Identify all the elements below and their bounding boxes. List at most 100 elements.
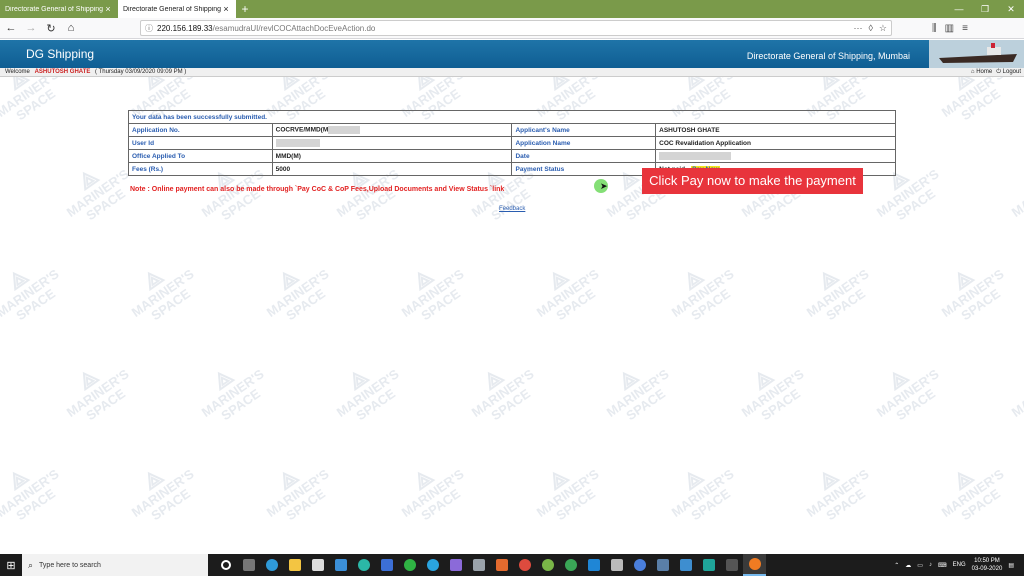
task-view-icon[interactable] (237, 554, 260, 576)
welcome-bar: Welcome ASHUTOSH GHATE ( Thursday 03/09/… (0, 68, 1024, 77)
chrome-icon[interactable] (513, 554, 536, 576)
uplay-icon[interactable] (352, 554, 375, 576)
feedback-link[interactable]: Feedback (499, 206, 525, 212)
maximize-icon[interactable]: ❐ (972, 0, 998, 18)
reload-icon[interactable]: ↻ (42, 19, 60, 37)
system-tray: ⌃ ☁ ▭ ♪ ⌨ ENG 10:50 PM 03-09-2020 ▤ (894, 557, 1024, 573)
office-value: MMD(M) (271, 149, 513, 163)
watermark-logo: ⟁MARINER'SSPACE (1008, 163, 1024, 220)
watermark-logo: ⟁MARINER'SSPACE (0, 263, 62, 324)
table-row: Office Applied To MMD(M) Date (128, 149, 896, 163)
telegram-icon[interactable] (421, 554, 444, 576)
notes-icon[interactable] (674, 554, 697, 576)
redacted-block (328, 126, 361, 134)
tutorial-callout: Click Pay now to make the payment (642, 168, 863, 194)
window-close-icon[interactable]: ✕ (998, 0, 1024, 18)
cloud-icon[interactable]: ☁ (905, 562, 911, 569)
vscode-icon[interactable] (582, 554, 605, 576)
taskbar-apps (214, 554, 766, 576)
close-icon[interactable]: × (221, 4, 231, 14)
date-label: Date (511, 149, 657, 163)
application-name-value: COC Revalidation Application (655, 136, 896, 150)
site-header: DG Shipping Directorate General of Shipp… (0, 40, 1024, 68)
table-row: Your data has been successfully submitte… (128, 110, 896, 124)
close-icon[interactable]: × (103, 4, 113, 14)
watermark-logo: ⟁MARINER'SSPACE (1008, 363, 1024, 420)
network-app-icon[interactable] (467, 554, 490, 576)
applicant-name-value: ASHUTOSH GHATE (655, 123, 896, 137)
mouse-cursor-icon: ➤ (600, 181, 608, 191)
redacted-block (659, 152, 732, 160)
bookmark-star-icon[interactable]: ☆ (879, 23, 887, 34)
whatsapp-icon[interactable] (398, 554, 421, 576)
calendar-app-icon[interactable] (490, 554, 513, 576)
browser-tab-2-active[interactable]: Directorate General of Shipping × (118, 0, 236, 18)
info-icon[interactable]: ⓘ (145, 23, 153, 34)
home-icon[interactable]: ⌂ (62, 19, 80, 37)
office-label: Office Applied To (128, 149, 273, 163)
more-icon[interactable]: ··· (853, 23, 862, 34)
watermark-logo: ⟁MARINER'SSPACE (63, 363, 132, 424)
applicant-name-label: Applicant's Name (511, 123, 657, 137)
watermark-logo: ⟁MARINER'SSPACE (938, 77, 1007, 124)
settings-app-icon[interactable] (605, 554, 628, 576)
volume-icon[interactable]: ♪ (929, 562, 932, 568)
url-bar[interactable]: ⓘ 220.156.189.33 /esamudraUI/revlCOCAtta… (140, 20, 892, 36)
watermark-logo: ⟁MARINER'SSPACE (533, 463, 602, 524)
firefox-icon[interactable] (743, 554, 766, 576)
table-row: Application No. COCRVE/MMD(M Applicant's… (128, 123, 896, 137)
keyboard-icon[interactable]: ⌨ (938, 562, 947, 569)
windows-start-icon[interactable]: ⊞ (0, 554, 22, 576)
taskbar-search-box[interactable]: ⌕ Type here to search (22, 554, 208, 576)
forward-arrow-icon[interactable]: → (22, 19, 40, 37)
welcome-label: Welcome (5, 69, 30, 75)
screen-recorder-icon[interactable] (697, 554, 720, 576)
mail-icon[interactable] (329, 554, 352, 576)
watermark-logo: ⟁MARINER'SSPACE (0, 463, 62, 524)
watermark-logo: ⟁MARINER'SSPACE (263, 263, 332, 324)
table-row: User Id Application Name COC Revalidatio… (128, 136, 896, 150)
terminal-icon[interactable] (720, 554, 743, 576)
blocked-app-icon[interactable] (628, 554, 651, 576)
library-icon[interactable]: ⫼ (932, 23, 937, 34)
browser-nav-bar: ← → ↻ ⌂ ⓘ 220.156.189.33 /esamudraUI/rev… (0, 18, 1024, 39)
new-tab-button[interactable]: + (236, 0, 254, 18)
watermark-logo: ⟁MARINER'SSPACE (938, 263, 1007, 324)
watermark-logo: ⟁MARINER'SSPACE (63, 163, 132, 224)
display-icon[interactable]: ▭ (917, 562, 923, 569)
site-org-name: Directorate General of Shipping, Mumbai (746, 51, 910, 61)
xmind-icon[interactable] (375, 554, 398, 576)
store-icon[interactable] (306, 554, 329, 576)
back-arrow-icon[interactable]: ← (2, 19, 20, 37)
url-path: /esamudraUI/revlCOCAttachDocEveAction.do (212, 23, 376, 33)
pocket-icon[interactable]: ◊ (868, 23, 872, 34)
home-link[interactable]: ⌂ Home (971, 68, 992, 77)
watermark-logo: ⟁MARINER'SSPACE (603, 363, 672, 424)
watermark-logo: ⟁MARINER'SSPACE (803, 463, 872, 524)
logout-link[interactable]: ⏻ Logout (996, 68, 1021, 77)
hamburger-menu-icon[interactable]: ≡ (962, 23, 968, 34)
vpn-icon[interactable] (444, 554, 467, 576)
minimize-icon[interactable]: — (946, 0, 972, 18)
watermark-logo: ⟁MARINER'SSPACE (668, 463, 737, 524)
file-explorer-icon[interactable] (283, 554, 306, 576)
watermark-logo: ⟁MARINER'SSPACE (668, 263, 737, 324)
payment-status-label: Payment Status (511, 162, 657, 176)
chevron-up-icon[interactable]: ⌃ (894, 562, 899, 569)
url-host: 220.156.189.33 (157, 23, 213, 33)
language-indicator[interactable]: ENG (953, 562, 966, 568)
user-id-value (271, 136, 513, 150)
photos-icon[interactable] (651, 554, 674, 576)
watermark-logo: ⟁MARINER'SSPACE (198, 363, 267, 424)
edge-icon[interactable] (260, 554, 283, 576)
notification-icon[interactable]: ▤ (1008, 562, 1014, 569)
tab-label: Directorate General of Shipping (123, 5, 221, 13)
cortana-icon[interactable] (214, 554, 237, 576)
taskbar-clock[interactable]: 10:50 PM 03-09-2020 (972, 557, 1003, 573)
browser-tab-1[interactable]: Directorate General of Shipping - Go × (0, 0, 118, 18)
login-time: ( Thursday 03/09/2020 09:09 PM ) (95, 69, 187, 75)
android-studio-icon[interactable] (536, 554, 559, 576)
sidebar-icon[interactable]: ▥ (945, 23, 954, 34)
application-no-text: COCRVE/MMD(M (275, 126, 329, 134)
chrome-icon-2[interactable] (559, 554, 582, 576)
